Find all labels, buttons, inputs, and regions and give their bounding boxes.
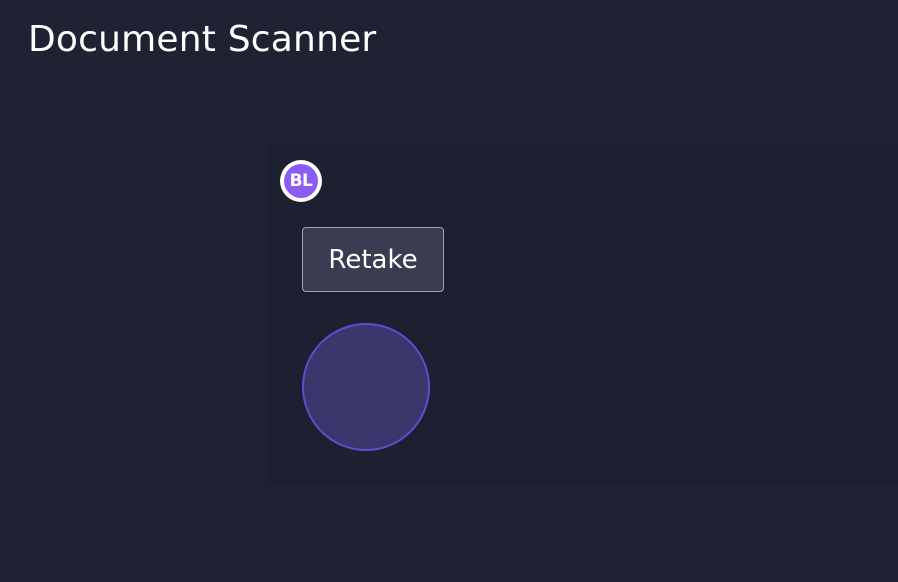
retake-button[interactable]: Retake [302, 227, 444, 292]
scanner-panel: BL Retake [268, 145, 898, 484]
capture-button[interactable] [302, 323, 430, 451]
page-title: Document Scanner [28, 19, 377, 60]
app-window: Document Scanner BL Retake [0, 0, 898, 582]
avatar-initials: BL [284, 164, 318, 198]
avatar[interactable]: BL [280, 160, 322, 202]
